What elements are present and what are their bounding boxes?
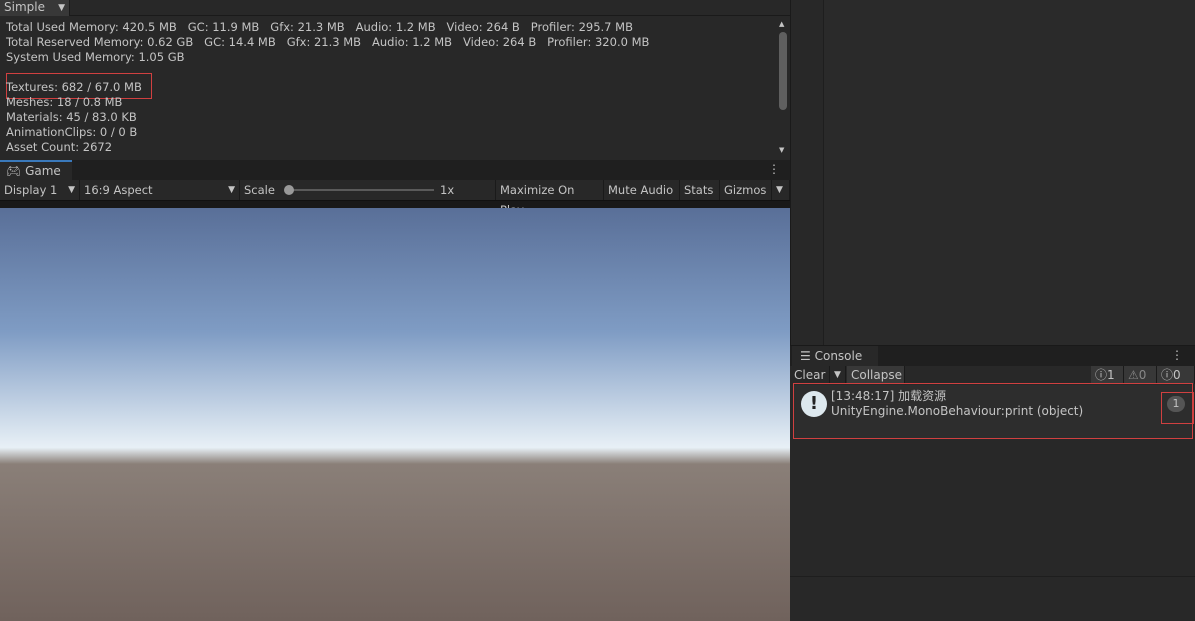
- more-options-icon[interactable]: ⋮: [1171, 348, 1183, 362]
- maximize-on-play-toggle[interactable]: Maximize On Play: [496, 180, 604, 217]
- scrollbar[interactable]: ▲ ▼: [776, 20, 790, 158]
- scroll-up-icon[interactable]: ▲: [779, 20, 784, 28]
- display-label: Display 1: [4, 183, 58, 197]
- console-toolbar: Clear ▼ Collapse ⓘ1 ⚠0 ⓘ0: [790, 366, 1195, 384]
- mode-dropdown[interactable]: Simple ▼: [0, 0, 70, 16]
- gizmos-toggle[interactable]: Gizmos: [720, 180, 772, 200]
- side-panel: [790, 0, 1195, 345]
- game-toolbar: Display 1 ▼ 16:9 Aspect ▼ Scale 1x Maximiz…: [0, 180, 790, 217]
- collapse-toggle[interactable]: Collapse: [847, 366, 905, 384]
- stat-line: Materials: 45 / 83.0 KB: [6, 110, 137, 124]
- aspect-dropdown[interactable]: 16:9 Aspect ▼: [80, 180, 240, 200]
- stat-line: Meshes: 18 / 0.8 MB: [6, 95, 123, 109]
- display-dropdown[interactable]: Display 1 ▼: [0, 180, 80, 200]
- stat-spacer: [6, 65, 649, 80]
- info-filter-toggle[interactable]: ⓘ1: [1091, 366, 1124, 384]
- mute-audio-toggle[interactable]: Mute Audio: [604, 180, 680, 200]
- game-viewport[interactable]: [0, 208, 790, 621]
- warning-filter-toggle[interactable]: ⚠0: [1124, 366, 1157, 384]
- stats-toggle[interactable]: Stats: [680, 180, 720, 200]
- scroll-down-icon[interactable]: ▼: [779, 146, 784, 154]
- memory-toolbar: Simple ▼: [0, 0, 790, 16]
- log-message: [13:48:17] 加载资源: [831, 389, 947, 403]
- error-icon: ⓘ: [1161, 368, 1174, 382]
- more-options-icon[interactable]: ⋮: [768, 162, 780, 176]
- log-entry[interactable]: ! [13:48:17] 加载资源 UnityEngine.MonoBehavi…: [793, 385, 1193, 439]
- slider-track[interactable]: [288, 189, 434, 191]
- clear-options-icon[interactable]: ▼: [830, 366, 846, 384]
- console-icon: ☰: [800, 349, 811, 363]
- mode-label: Simple: [4, 0, 45, 14]
- tab-console[interactable]: ☰ Console: [792, 346, 878, 366]
- warning-count: 0: [1138, 368, 1147, 382]
- error-count: 0: [1173, 368, 1181, 382]
- scale-value: 1x: [440, 183, 455, 197]
- scale-label: Scale: [244, 183, 275, 197]
- gamepad-icon: 🎮︎: [6, 164, 22, 178]
- stat-line: System Used Memory: 1.05 GB: [6, 50, 185, 64]
- tab-game[interactable]: 🎮︎ Game: [0, 160, 72, 180]
- info-message-icon: !: [801, 391, 827, 417]
- console-tab-bar: ☰ Console ⋮: [790, 346, 1195, 366]
- info-count: 1: [1107, 368, 1115, 382]
- memory-stats: Total Used Memory: 420.5 MB GC: 11.9 MB …: [6, 20, 649, 155]
- stat-line: Asset Count: 2672: [6, 140, 113, 154]
- stat-line: Total Reserved Memory: 0.62 GB GC: 14.4 …: [6, 35, 650, 49]
- log-count-badge: 1: [1167, 396, 1185, 412]
- side-panel-content: [823, 0, 1195, 345]
- chevron-down-icon: ▼: [228, 185, 235, 195]
- tab-label: Console: [814, 349, 863, 363]
- chevron-down-icon: ▼: [58, 3, 65, 13]
- console-panel: ☰ Console ⋮ Clear ▼ Collapse ⓘ1 ⚠0 ⓘ0 ! …: [790, 346, 1195, 621]
- stat-line: Textures: 682 / 67.0 MB: [6, 80, 142, 94]
- stat-line: Total Used Memory: 420.5 MB GC: 11.9 MB …: [6, 20, 633, 34]
- game-panel: 🎮︎ Game ⋮ Display 1 ▼ 16:9 Aspect ▼ Scale …: [0, 160, 790, 621]
- warning-icon: ⚠: [1128, 368, 1139, 382]
- stat-line: AnimationClips: 0 / 0 B: [6, 125, 138, 139]
- gizmos-dropdown-icon[interactable]: ▼: [772, 180, 790, 200]
- scale-slider[interactable]: Scale 1x: [240, 180, 496, 200]
- console-detail-area: [790, 576, 1195, 621]
- log-stacktrace: UnityEngine.MonoBehaviour:print (object): [831, 404, 1084, 418]
- slider-handle[interactable]: [284, 185, 294, 195]
- scroll-thumb[interactable]: [779, 32, 787, 110]
- clear-button[interactable]: Clear: [790, 366, 830, 384]
- info-icon: ⓘ: [1095, 368, 1108, 382]
- memory-profiler-panel: Simple ▼ Total Used Memory: 420.5 MB GC: …: [0, 0, 790, 160]
- error-filter-toggle[interactable]: ⓘ0: [1157, 366, 1195, 384]
- game-tab-bar: 🎮︎ Game ⋮: [0, 160, 790, 180]
- chevron-down-icon: ▼: [68, 185, 75, 195]
- tab-label: Game: [25, 164, 61, 178]
- aspect-label: 16:9 Aspect: [84, 183, 153, 197]
